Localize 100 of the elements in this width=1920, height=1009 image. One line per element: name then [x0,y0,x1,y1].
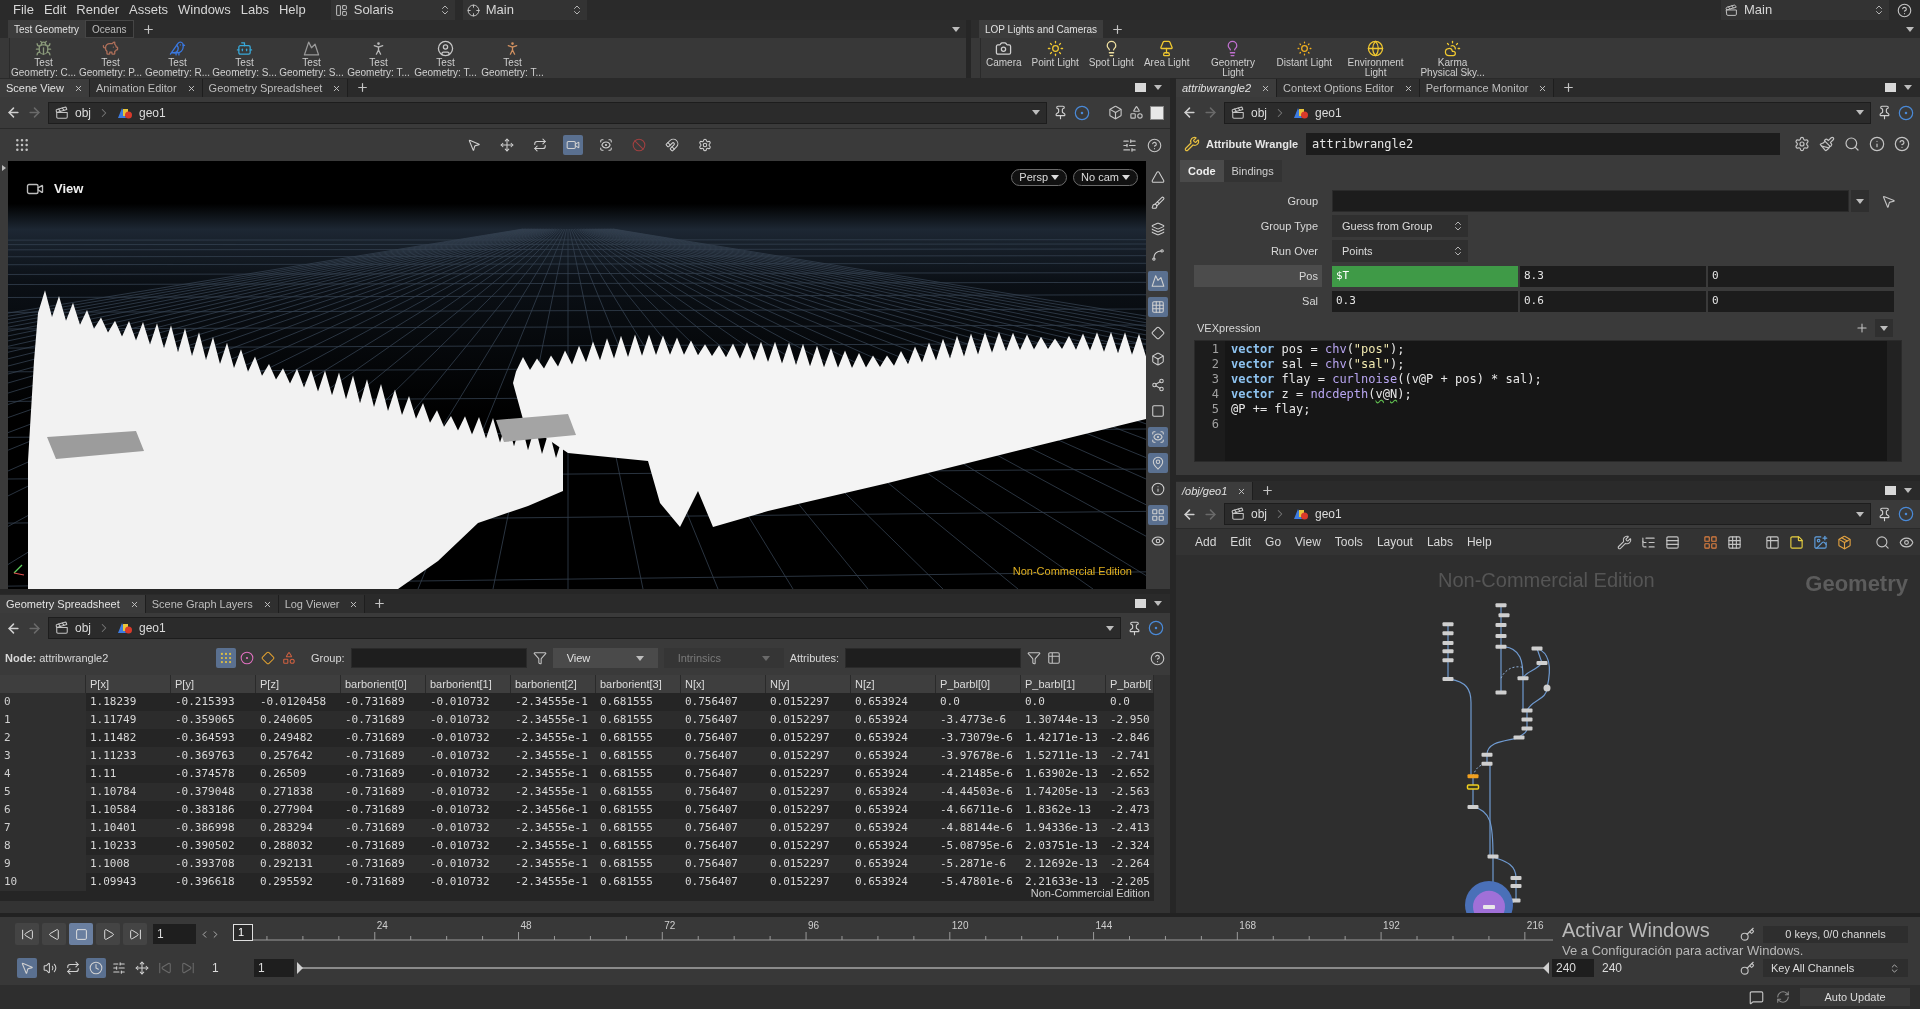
network-node[interactable] [1521,726,1533,731]
ring-icon[interactable] [1898,104,1914,121]
key-icon[interactable] [1740,926,1755,942]
pane-tab[interactable]: /obj/geo1 [1176,482,1254,500]
shelf-tool[interactable]: Test Geometry: C... [10,38,77,78]
dropdown-arrow-icon[interactable] [1106,625,1114,631]
pane-tab[interactable]: Scene Graph Layers [145,595,279,613]
close-icon[interactable] [349,599,359,609]
vector-field[interactable]: 0.6 [1520,290,1706,312]
refresh-icon[interactable] [1776,990,1790,1004]
shelf-tool[interactable]: Point Light [1026,38,1084,68]
path-segment[interactable]: obj [75,619,91,637]
ring-icon[interactable] [1074,104,1090,121]
current-frame-marker[interactable]: 1 [233,924,253,941]
network-node[interactable] [1521,717,1533,722]
close-icon[interactable] [186,83,196,93]
network-node[interactable] [1510,876,1522,880]
ring-icon[interactable] [1898,506,1914,522]
timeline-ruler[interactable]: 24 48 72 96 120 144 168 192 216 1 [233,919,1553,949]
menu-item[interactable]: Help [273,0,311,20]
pointer-icon[interactable] [1881,193,1896,209]
parameter-menu[interactable]: Points [1332,240,1468,262]
menu-item[interactable]: Go [1265,533,1282,551]
close-icon[interactable] [1261,83,1271,93]
stop-button[interactable] [69,923,93,945]
network-node[interactable] [1442,622,1454,627]
desktop-menu[interactable]: Solaris [330,0,455,20]
code-editor[interactable]: 1 2 3 4 5 6 vector pos = chv("pos"); vector sal = chv("sal"); vector flay = curlnoise((v@P + pos) * sal); vector z = ndcdepth(v@N); @P += flay; [1194,340,1902,462]
shelf-tab[interactable]: Test Geometry [8,20,86,38]
close-icon[interactable] [1237,486,1247,496]
menu-item[interactable]: Assets [124,0,173,20]
shelf-tool[interactable]: Test Geometry: T... [412,38,479,78]
group-field[interactable] [350,648,527,668]
add-tab-icon[interactable] [1562,81,1576,94]
pin-icon[interactable] [1877,105,1892,120]
close-icon[interactable] [129,599,139,609]
frame-field[interactable]: 1 [153,924,196,944]
network-node[interactable] [1467,804,1479,809]
play-reverse-button[interactable] [42,923,66,945]
ring-icon[interactable] [1148,620,1164,636]
network-node[interactable] [1495,690,1507,695]
filter-icon[interactable] [532,651,547,665]
range-slider[interactable] [297,962,1549,974]
path-segment[interactable]: obj [1251,505,1267,523]
editor-scrollbar[interactable] [1887,341,1901,461]
menu-item[interactable]: Labs [235,0,274,20]
grid-icon[interactable] [1727,534,1742,550]
path-bar[interactable]: obj geo1 [1224,503,1871,525]
network-node[interactable] [1510,884,1522,889]
dropdown-arrow-icon[interactable] [1906,26,1914,32]
info-icon[interactable] [1869,136,1885,152]
brush-icon[interactable] [1819,136,1835,152]
path-segment[interactable]: geo1 [139,619,166,637]
shelf-tool[interactable]: Camera [981,38,1027,68]
path-bar[interactable]: obj geo1 [48,617,1121,639]
range-start-field[interactable]: 1 [208,959,252,977]
network-node[interactable] [1481,761,1493,766]
section-tab[interactable]: Code [1180,160,1224,182]
network-node[interactable] [1442,649,1454,654]
pane-tab[interactable]: attribwrangle2 [1176,79,1278,97]
color-grid-icon[interactable] [1703,534,1718,550]
camera-menu[interactable]: No cam [1073,169,1138,186]
network-node[interactable] [1467,774,1479,779]
shelf-tool[interactable]: Test Geometry: R... [144,38,211,78]
shelf-tool[interactable]: Test Geometry: T... [479,38,546,78]
path-segment[interactable]: geo1 [1315,103,1342,122]
shelf-tool[interactable]: Test Geometry: T... [345,38,412,78]
search-icon[interactable] [1844,136,1860,152]
pane-tab[interactable]: Context Options Editor [1277,79,1420,97]
pane-tab[interactable]: Geometry Spreadsheet [0,595,146,613]
path-segment[interactable]: geo1 [1315,505,1342,523]
search-icon[interactable] [1875,534,1890,550]
help-icon[interactable] [1894,136,1910,152]
vector-field[interactable]: 0.3 [1332,290,1518,312]
add-tab-icon[interactable] [373,597,387,610]
sticky-note-icon[interactable] [1789,534,1804,550]
shelf-tool[interactable]: Environment Light [1337,38,1415,78]
attributes-field[interactable] [845,648,1022,668]
dropdown-arrow-icon[interactable] [1122,175,1130,180]
pin-icon[interactable] [1877,506,1892,522]
node-name-field[interactable]: attribwrangle2 [1306,133,1780,155]
dropdown-arrow-icon[interactable] [1154,85,1162,90]
dropdown-arrow-icon[interactable] [952,26,960,32]
sliders-icon[interactable] [1122,137,1137,153]
menu-item[interactable]: Edit [1230,533,1252,551]
network-node[interactable] [1466,784,1480,790]
plus-icon[interactable] [1855,321,1869,335]
dropdown-arrow-icon[interactable] [1856,110,1864,115]
pin-icon[interactable] [1053,105,1068,120]
menu-item[interactable]: Windows [173,0,236,20]
menu-item[interactable]: Help [1466,533,1492,551]
network-node[interactable] [1495,603,1507,608]
shelf-tool[interactable]: Test Geometry: S... [278,38,345,78]
add-tab-icon[interactable] [1261,484,1275,497]
network-node[interactable] [1536,660,1548,665]
table-icon[interactable] [1047,651,1062,665]
path-segment[interactable]: geo1 [139,103,166,122]
menu-item[interactable]: Edit [38,0,72,20]
dropdown-arrow-icon[interactable] [1032,110,1040,115]
network-node[interactable] [1543,684,1551,692]
